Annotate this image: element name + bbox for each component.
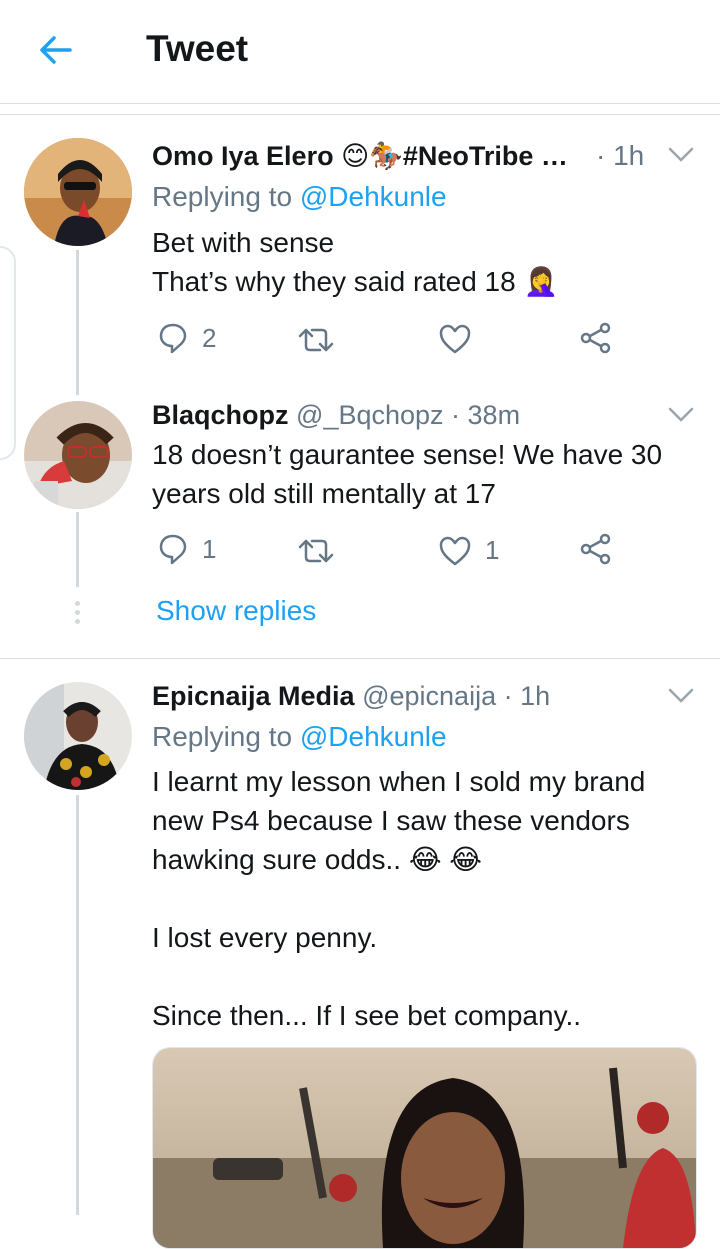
thread-dots <box>75 601 81 628</box>
tweet-author[interactable]: Epicnaija Media @epicnaija · 1h <box>152 681 550 712</box>
chevron-down-icon[interactable] <box>667 146 695 164</box>
tweet-text: Bet with sense That’s why they said rate… <box>152 227 559 297</box>
chevron-down-icon[interactable] <box>667 406 695 424</box>
heart-icon <box>439 324 471 354</box>
divider <box>0 114 720 115</box>
divider <box>0 103 720 104</box>
reply-button[interactable]: 2 <box>158 322 216 354</box>
tweet-handle: @epicnaija <box>362 681 497 711</box>
chevron-down-icon[interactable] <box>667 687 695 705</box>
reply-icon <box>159 534 187 565</box>
show-replies-link[interactable]: Show replies <box>156 595 316 627</box>
replying-to: Replying to @Dehkunle <box>152 721 447 752</box>
reply-icon <box>159 323 187 354</box>
tweet-author[interactable]: Blaqchopz @_Bqchopz · 38m <box>152 400 520 431</box>
reply-handle-link[interactable]: @Dehkunle <box>300 721 447 752</box>
divider <box>0 658 720 659</box>
avatar[interactable] <box>24 682 132 790</box>
heart-icon <box>439 536 471 565</box>
tweet-author[interactable]: Omo Iya Elero 😊🏇#NeoTribe … <box>152 140 568 172</box>
back-arrow-icon[interactable] <box>36 30 76 70</box>
side-card-edge <box>0 246 16 460</box>
thread-line <box>76 512 79 587</box>
share-icon <box>580 533 611 565</box>
thread-line <box>76 795 79 1215</box>
tweet-text: I learnt my lesson when I sold my brand … <box>152 766 646 1031</box>
page-title: Tweet <box>146 28 249 69</box>
like-button[interactable]: 1 <box>439 535 499 566</box>
avatar[interactable] <box>24 138 132 246</box>
retweet-button[interactable] <box>298 326 334 354</box>
tweet-handle: @_Bqchopz <box>296 400 444 430</box>
thread-line <box>76 250 79 395</box>
retweet-button[interactable] <box>298 537 334 565</box>
share-button[interactable] <box>580 533 612 565</box>
tweet-time: · 1h <box>503 681 551 711</box>
avatar[interactable] <box>24 401 132 509</box>
replying-to: Replying to @Dehkunle <box>152 181 447 212</box>
like-button[interactable] <box>439 324 471 354</box>
share-button[interactable] <box>580 322 612 354</box>
reply-button[interactable]: 1 <box>158 533 216 565</box>
retweet-icon <box>298 539 334 563</box>
tweet-text: 18 doesn’t gaurantee sense! We have 30 y… <box>152 439 663 509</box>
tweet-time: · 1h <box>596 140 645 171</box>
top-bar: Tweet <box>0 0 720 104</box>
tweet-time: · 38m <box>451 400 521 430</box>
reply-handle-link[interactable]: @Dehkunle <box>300 181 447 212</box>
tweet-media-image[interactable] <box>152 1047 697 1249</box>
share-icon <box>580 322 611 354</box>
retweet-icon <box>298 328 334 352</box>
